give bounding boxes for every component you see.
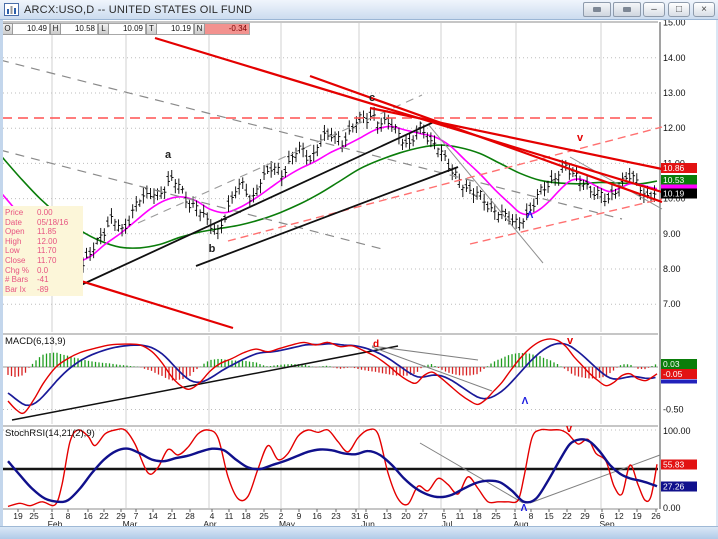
info-row: Low11.70 xyxy=(5,246,81,256)
svg-text:55.83: 55.83 xyxy=(663,460,685,470)
quote-field-label: L xyxy=(98,23,109,35)
svg-text:-0.50: -0.50 xyxy=(663,405,684,415)
macd-panel-label: MACD(6,13,9) xyxy=(5,336,66,347)
svg-text:14: 14 xyxy=(148,511,158,521)
svg-text:12: 12 xyxy=(614,511,624,521)
info-row: Price0.00 xyxy=(5,208,81,218)
svg-text:22: 22 xyxy=(562,511,572,521)
svg-text:v: v xyxy=(566,423,573,435)
svg-text:25: 25 xyxy=(259,511,269,521)
svg-text:v: v xyxy=(567,335,574,347)
quote-field-value: 10.58 xyxy=(61,23,98,35)
svg-text:Λ: Λ xyxy=(522,396,529,407)
window-title: ARCX:USO,D -- UNITED STATES OIL FUND xyxy=(24,4,252,16)
svg-text:0.00: 0.00 xyxy=(663,503,681,513)
quote-field-value: 10.09 xyxy=(109,23,146,35)
data-window-readout: Price0.00Date05/18/16Open11.85High12.00L… xyxy=(3,206,83,296)
svg-text:18: 18 xyxy=(472,511,482,521)
info-row: Date05/18/16 xyxy=(5,218,81,228)
info-row: High12.00 xyxy=(5,237,81,247)
info-row: Close11.70 xyxy=(5,256,81,266)
quote-field-label: N xyxy=(194,23,205,35)
toolbar-button-icon xyxy=(623,7,631,12)
svg-text:10.19: 10.19 xyxy=(663,189,685,199)
svg-text:10.86: 10.86 xyxy=(663,163,685,173)
svg-text:100.00: 100.00 xyxy=(663,426,691,436)
svg-text:Λ: Λ xyxy=(521,503,528,514)
chart-surface[interactable]: 15.0014.0013.0012.0011.0010.009.008.007.… xyxy=(0,0,718,539)
svg-text:12.00: 12.00 xyxy=(663,123,686,133)
info-row: Open11.85 xyxy=(5,227,81,237)
svg-text:a: a xyxy=(165,149,172,161)
svg-text:0.03: 0.03 xyxy=(663,359,680,369)
svg-text:9.00: 9.00 xyxy=(663,229,681,239)
svg-text:27.26: 27.26 xyxy=(663,482,685,492)
svg-text:25: 25 xyxy=(491,511,501,521)
quote-field-label: H xyxy=(50,23,61,35)
quote-field-value: 10.19 xyxy=(157,23,194,35)
quote-field-value: 10.49 xyxy=(13,23,50,35)
svg-text:11: 11 xyxy=(456,511,465,521)
svg-text:19: 19 xyxy=(13,511,23,521)
svg-text:11: 11 xyxy=(225,511,234,521)
svg-text:28: 28 xyxy=(185,511,195,521)
app-window: 15.0014.0013.0012.0011.0010.009.008.007.… xyxy=(0,0,718,539)
close-button[interactable]: × xyxy=(693,2,715,17)
svg-text:25: 25 xyxy=(29,511,39,521)
toolbar-button-left[interactable] xyxy=(583,2,611,17)
svg-text:8: 8 xyxy=(66,511,71,521)
svg-text:20: 20 xyxy=(401,511,411,521)
svg-text:14.00: 14.00 xyxy=(663,53,686,63)
svg-text:19: 19 xyxy=(632,511,642,521)
svg-text:29: 29 xyxy=(580,511,590,521)
svg-text:13: 13 xyxy=(382,511,392,521)
info-row: Bar Ix-89 xyxy=(5,285,81,295)
svg-text:15: 15 xyxy=(544,511,554,521)
svg-text:18: 18 xyxy=(241,511,251,521)
svg-text:13.00: 13.00 xyxy=(663,88,686,98)
svg-text:27: 27 xyxy=(418,511,428,521)
svg-text:10.53: 10.53 xyxy=(663,175,685,185)
svg-text:26: 26 xyxy=(651,511,661,521)
window-bottom-edge[interactable] xyxy=(0,526,718,539)
info-row: Chg %0.0 xyxy=(5,266,81,276)
quote-field-value: -0.34 xyxy=(205,23,250,35)
quote-field-label: T xyxy=(146,23,157,35)
svg-text:16: 16 xyxy=(312,511,322,521)
svg-text:b: b xyxy=(209,243,216,255)
svg-text:d: d xyxy=(373,339,379,350)
svg-text:v: v xyxy=(577,132,584,144)
svg-text:7.00: 7.00 xyxy=(663,299,681,309)
svg-text:c: c xyxy=(369,92,375,104)
svg-text:21: 21 xyxy=(167,511,177,521)
info-row: # Bars-41 xyxy=(5,275,81,285)
toolbar-button-right[interactable] xyxy=(613,2,641,17)
svg-text:31: 31 xyxy=(351,511,361,521)
title-bar[interactable]: ARCX:USO,D -- UNITED STATES OIL FUND – □… xyxy=(0,0,718,20)
minimize-button[interactable]: – xyxy=(643,2,665,17)
svg-text:22: 22 xyxy=(99,511,109,521)
restore-button[interactable]: □ xyxy=(668,2,690,17)
svg-text:16: 16 xyxy=(83,511,93,521)
svg-text:Λ: Λ xyxy=(527,210,534,221)
svg-text:23: 23 xyxy=(331,511,341,521)
window-left-edge xyxy=(0,20,3,526)
svg-text:9: 9 xyxy=(297,511,302,521)
quote-strip: O10.49H10.58L10.09T10.19N-0.34 xyxy=(2,23,250,35)
svg-text:8.00: 8.00 xyxy=(663,264,681,274)
app-icon xyxy=(4,3,19,16)
stochrsi-panel-label: StochRSI(14,21(2),9) xyxy=(5,428,95,439)
svg-text:8: 8 xyxy=(529,511,534,521)
svg-text:-0.05: -0.05 xyxy=(663,369,683,379)
quote-field-label: O xyxy=(2,23,13,35)
toolbar-button-icon xyxy=(593,7,601,12)
